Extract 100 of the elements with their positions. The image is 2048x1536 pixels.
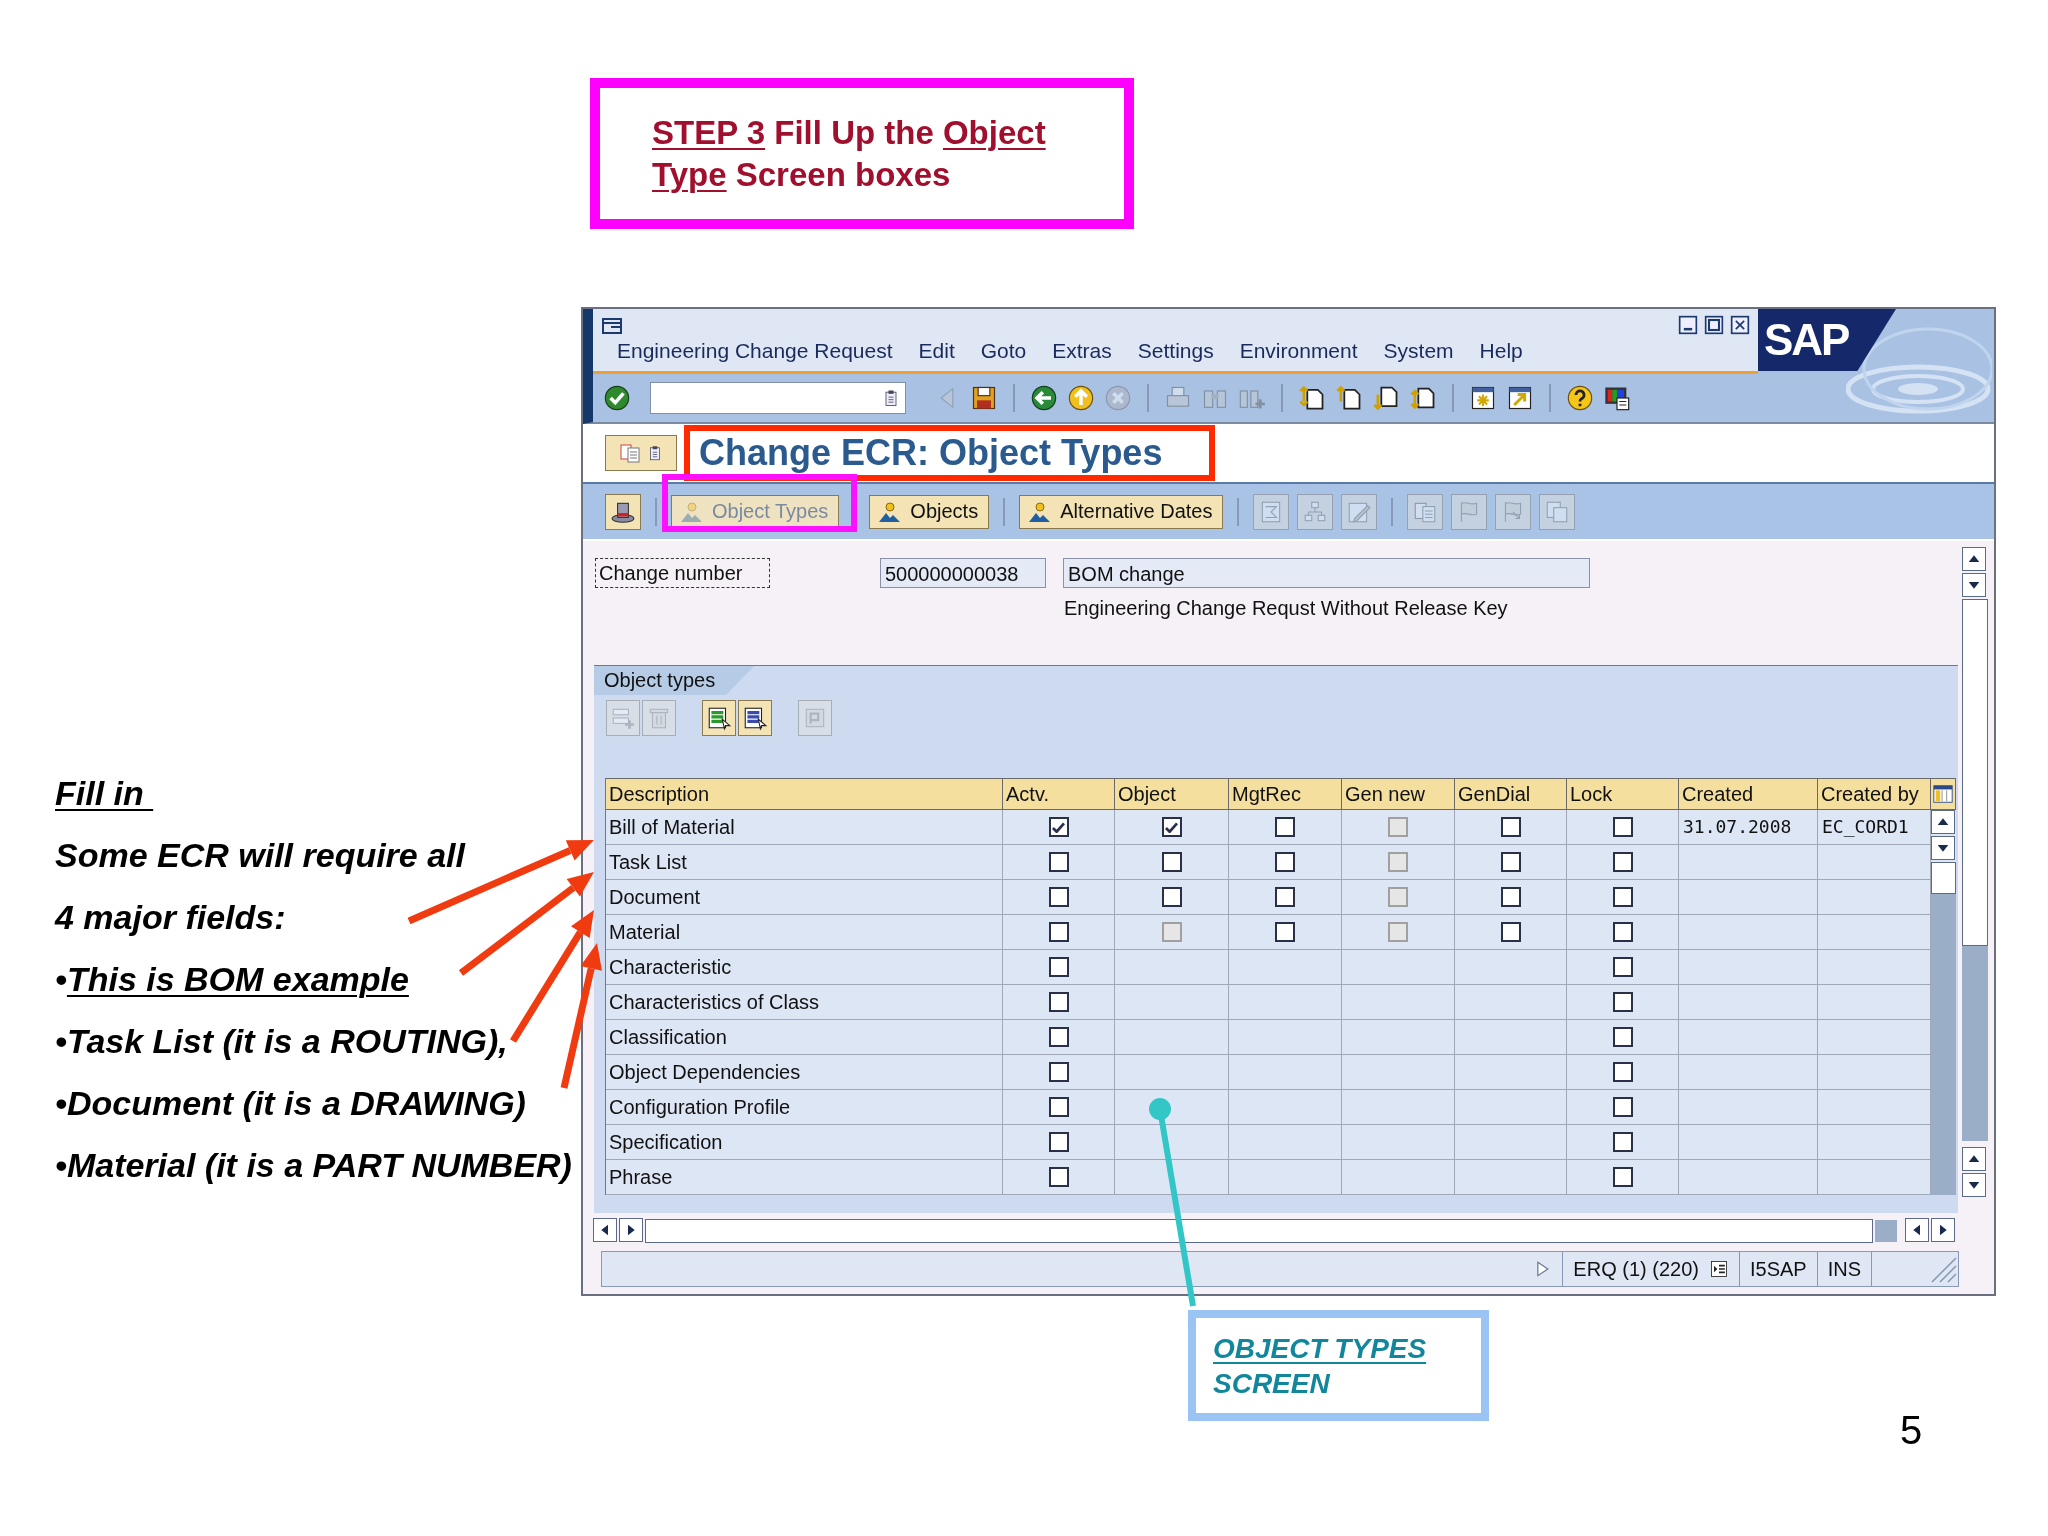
checkbox[interactable] (1048, 957, 1069, 977)
scroll-right-button[interactable] (619, 1218, 643, 1242)
command-field[interactable] (650, 382, 906, 414)
checkbox[interactable] (1612, 817, 1633, 837)
column-header[interactable]: Gen new (1342, 778, 1455, 810)
checkmark-icon (1165, 821, 1178, 833)
person-icon (878, 499, 903, 524)
screen-title: Change ECR: Object Types (699, 434, 1163, 472)
checkbox[interactable] (1500, 817, 1521, 837)
save-icon[interactable] (970, 384, 998, 412)
menu-item[interactable]: Extras (1052, 339, 1112, 363)
table-cell: Characteristic (606, 950, 1003, 985)
menu-item[interactable]: Help (1479, 339, 1523, 363)
maximize-icon[interactable] (1704, 315, 1724, 335)
scroll-down-button[interactable] (1962, 573, 1986, 597)
checkbox[interactable] (1161, 887, 1182, 907)
help-icon[interactable] (1566, 384, 1594, 412)
close-icon[interactable] (1730, 315, 1750, 335)
checkbox[interactable] (1612, 1167, 1633, 1187)
checkbox[interactable] (1048, 887, 1069, 907)
column-header[interactable]: MgtRec (1229, 778, 1342, 810)
minimize-icon[interactable] (1678, 315, 1698, 335)
checkbox[interactable] (1048, 992, 1069, 1012)
column-settings-icon[interactable] (1932, 783, 1954, 805)
scroll-down-button[interactable] (1931, 836, 1955, 860)
column-header[interactable]: Created (1679, 778, 1818, 810)
checkbox[interactable] (1048, 1097, 1069, 1117)
checkbox[interactable] (1500, 922, 1521, 942)
icon-button[interactable] (702, 700, 736, 736)
next-page-icon[interactable] (1372, 384, 1400, 412)
checkbox[interactable] (1612, 922, 1633, 942)
checkbox[interactable] (1275, 887, 1295, 907)
icon-button[interactable] (738, 700, 772, 736)
scroll-up-button[interactable] (1931, 810, 1955, 834)
note-line: •Task List (it is a ROUTING), (55, 1021, 509, 1062)
scroll-up-button[interactable] (1962, 547, 1986, 571)
column-header[interactable]: Actv. (1003, 778, 1115, 810)
exit-icon[interactable] (1067, 384, 1095, 412)
checkbox[interactable] (1048, 1062, 1069, 1082)
checkbox[interactable] (1500, 852, 1521, 872)
checkbox[interactable] (1048, 852, 1069, 872)
checkbox[interactable] (1275, 922, 1295, 942)
checkbox[interactable] (1500, 887, 1521, 907)
column-header[interactable]: Created by (1818, 778, 1931, 810)
scroll-thumb[interactable] (1931, 862, 1956, 894)
table-cell: Characteristics of Class (606, 985, 1003, 1020)
scroll-right-button[interactable] (1931, 1218, 1955, 1242)
column-header[interactable]: Description (606, 778, 1003, 810)
scroll-track[interactable] (645, 1219, 1873, 1243)
menu-item[interactable]: Engineering Change Request (617, 339, 893, 363)
checkbox[interactable] (1612, 957, 1633, 977)
checkbox[interactable] (1612, 1097, 1633, 1117)
checkbox[interactable] (1048, 817, 1069, 837)
checkbox[interactable] (1048, 1027, 1069, 1047)
scroll-thumb[interactable] (1962, 599, 1988, 946)
checkbox[interactable] (1275, 817, 1295, 837)
change-number-field[interactable]: 500000000038 (880, 558, 1046, 588)
column-header[interactable]: GenDial (1455, 778, 1567, 810)
short-text-field[interactable]: BOM change (1063, 558, 1590, 588)
shortcut-icon[interactable] (1506, 384, 1534, 412)
menu-item[interactable]: Environment (1239, 339, 1358, 363)
menu-item[interactable]: System (1383, 339, 1454, 363)
checkbox[interactable] (1612, 1062, 1633, 1082)
note-line: •Document (it is a DRAWING) (55, 1083, 527, 1124)
check-icon[interactable] (603, 384, 631, 412)
note-line: •Material (it is a PART NUMBER) (55, 1145, 572, 1186)
first-page-icon[interactable] (1298, 384, 1326, 412)
checkbox[interactable] (1612, 852, 1633, 872)
checkbox[interactable] (1612, 887, 1633, 907)
menu-item[interactable]: Goto (980, 339, 1027, 363)
scroll-up-button[interactable] (1962, 1147, 1986, 1171)
previous-page-icon[interactable] (1335, 384, 1363, 412)
new-window-icon[interactable] (1469, 384, 1497, 412)
checkbox[interactable] (1161, 852, 1182, 872)
menu-item[interactable]: Settings (1137, 339, 1214, 363)
toolbar-button[interactable]: Alternative Dates (1019, 494, 1224, 529)
column-header[interactable]: Lock (1567, 778, 1679, 810)
toolbar-button[interactable]: Objects (869, 494, 990, 529)
back-icon[interactable] (1030, 384, 1058, 412)
table-cell: 31.07.2008 (1679, 810, 1818, 845)
checkbox[interactable] (1275, 852, 1295, 872)
display-change-button[interactable] (605, 435, 677, 471)
scroll-left-button[interactable] (1905, 1218, 1929, 1242)
column-header[interactable]: Object (1115, 778, 1229, 810)
checkbox[interactable] (1048, 922, 1069, 942)
checkbox[interactable] (1048, 1167, 1069, 1187)
menu-item[interactable]: Edit (918, 339, 955, 363)
checkbox[interactable] (1612, 992, 1633, 1012)
scroll-left-button[interactable] (593, 1218, 617, 1242)
checkbox[interactable] (1612, 1132, 1633, 1152)
checkbox[interactable] (1048, 1132, 1069, 1152)
scroll-thumb[interactable] (1875, 1220, 1897, 1242)
hat-button[interactable] (605, 493, 641, 530)
list-icon[interactable] (1708, 1259, 1729, 1279)
checkbox[interactable] (1161, 817, 1182, 837)
note-line: •This is BOM example (55, 959, 410, 1000)
person-icon (1028, 499, 1053, 524)
scroll-down-button[interactable] (1962, 1173, 1986, 1197)
table-cell: Material (606, 915, 1003, 950)
checkbox[interactable] (1612, 1027, 1633, 1047)
